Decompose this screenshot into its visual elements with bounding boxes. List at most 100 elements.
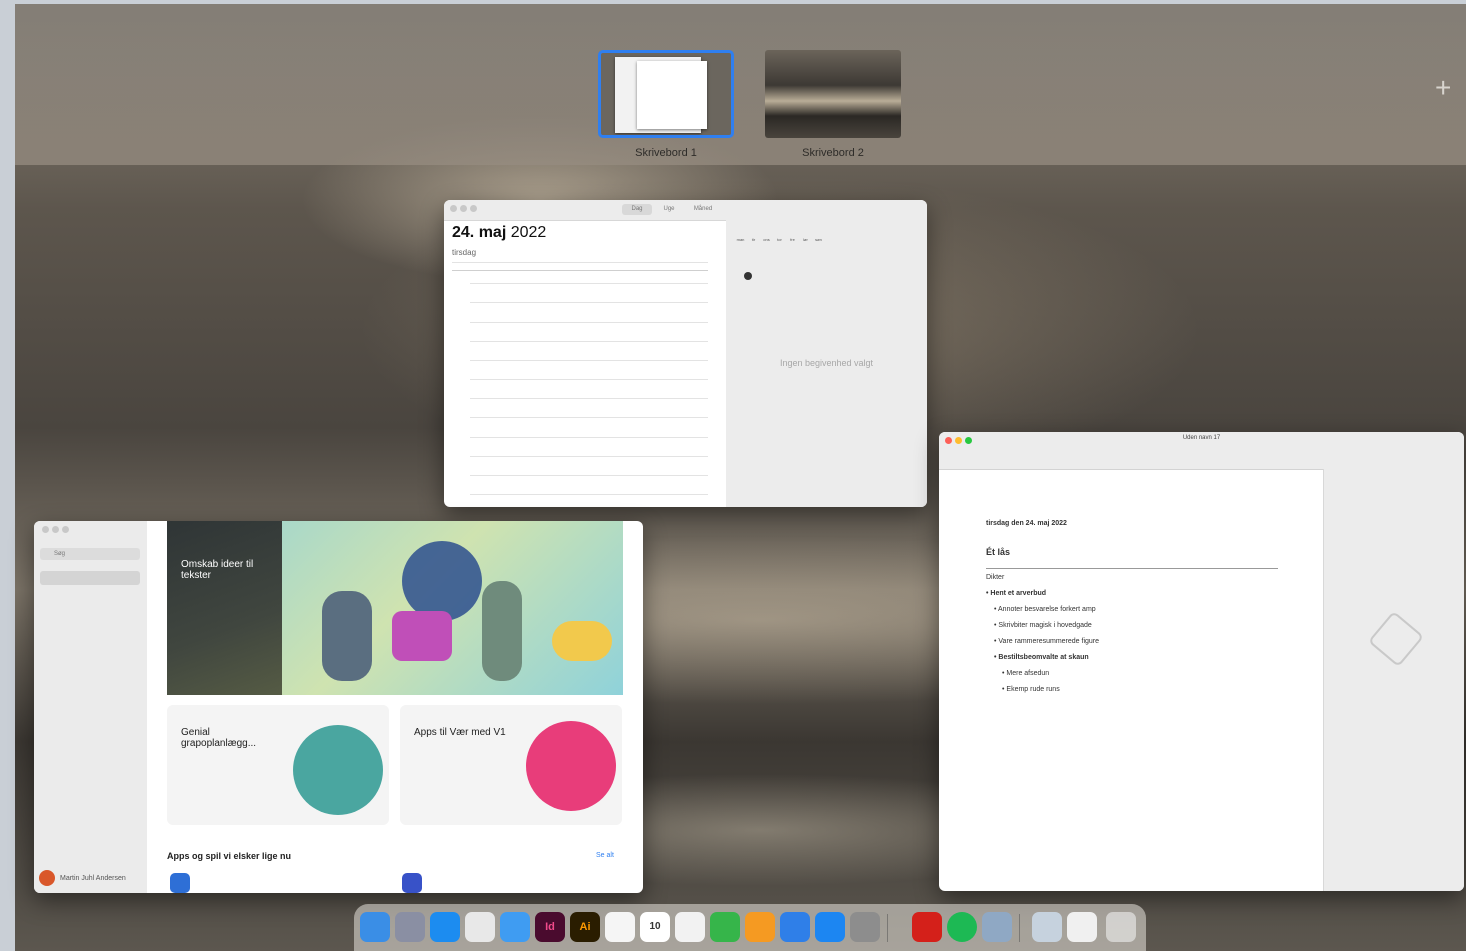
calendar-toolbar: Dag Uge Måned (444, 200, 927, 221)
pages-toolbar: Uden navn 17 (939, 432, 1464, 470)
doc-line: Dikter (986, 574, 1005, 581)
doc-line: • Bestiltsbeomvalte at skaun (994, 654, 1089, 661)
tab-week[interactable]: Uge (654, 204, 684, 215)
zoom-button[interactable] (470, 205, 477, 212)
hour-line (470, 302, 708, 303)
feature-card-1[interactable]: Genial grapoplanlægg... (167, 705, 389, 825)
weekday-header: man (736, 237, 745, 242)
dock: Id Ai 10 (354, 904, 1146, 951)
search-input[interactable]: Søg (40, 548, 140, 560)
hero-title: Omskab ideer til tekster (181, 559, 254, 581)
close-button[interactable] (450, 205, 457, 212)
downloads-icon[interactable] (1032, 912, 1062, 942)
chrome-icon[interactable] (465, 912, 495, 942)
card-title: Genial grapoplanlægg... (181, 727, 257, 749)
hour-line (470, 417, 708, 418)
numbers-icon[interactable] (710, 912, 740, 942)
appstore-icon[interactable] (815, 912, 845, 942)
hour-line (470, 360, 708, 361)
feature-card-2[interactable]: Apps til Vær med V1 (400, 705, 622, 825)
doc-line: • Skrivbiter magisk i hovedgade (994, 622, 1092, 629)
hero-illustration (282, 521, 623, 695)
hour-line (470, 398, 708, 399)
reminders-icon[interactable] (675, 912, 705, 942)
pages-icon[interactable] (745, 912, 775, 942)
mini-month-calendar[interactable]: man tir ons tor fre lør søn (734, 228, 826, 246)
doc-heading: Ét lås (986, 547, 1011, 557)
format-inspector (1323, 469, 1464, 891)
dock-separator (887, 914, 888, 942)
doc-line: • Vare rammeresummerede figure (994, 638, 1100, 645)
doc-line: • Annoter besvarelse forkert amp (994, 606, 1096, 613)
no-event-selected-text: Ingen begivenhed valgt (779, 358, 874, 368)
weekday-header: tir (751, 237, 756, 242)
minimize-button[interactable] (52, 526, 59, 533)
weekday-header: ons (763, 237, 770, 242)
safari-icon[interactable] (430, 912, 460, 942)
see-all-link[interactable]: Se alt (596, 852, 614, 859)
doc-line: • Hent et arverbud (986, 590, 1047, 597)
user-avatar[interactable] (39, 870, 55, 886)
hour-line (470, 341, 708, 342)
acrobat-icon[interactable] (912, 912, 942, 942)
space-thumbnail-1[interactable] (598, 50, 734, 138)
doc-date: tirsdag den 24. maj 2022 (986, 520, 1067, 527)
doc-line: • Mere afsedun (1002, 670, 1050, 677)
calendar-window[interactable]: Dag Uge Måned 24. maj 2022 tirsdag man ti… (444, 200, 927, 507)
finder-icon[interactable] (360, 912, 390, 942)
space-label-1: Skrivebord 1 (635, 147, 697, 159)
hour-line (470, 283, 708, 284)
card-title: Apps til Vær med V1 (414, 727, 506, 738)
hour-line (470, 322, 708, 323)
calendar-date-title: 24. maj 2022 (452, 224, 547, 241)
mail-icon[interactable] (500, 912, 530, 942)
screen-edge (0, 0, 15, 951)
appstore-sidebar: Søg Martin Juhl Andersen (34, 521, 147, 893)
calendar-inspector: man tir ons tor fre lør søn Ingen begivenhed v… (726, 220, 927, 507)
calendar-weekday: tirsdag (452, 248, 477, 257)
app-icon[interactable] (170, 873, 190, 893)
illustrator-icon[interactable]: Ai (570, 912, 600, 942)
hour-line (470, 456, 708, 457)
weekday-header: fre (790, 237, 795, 242)
doc-line: • Ekemp rude runs (1002, 686, 1060, 693)
sidebar-item-selected[interactable] (40, 571, 140, 585)
trash-icon[interactable] (1106, 912, 1136, 942)
pages-window[interactable]: Uden navn 17 tirsdag den 24. maj 2022 Ét… (939, 432, 1464, 891)
hero-card-text[interactable]: Omskab ideer til tekster (167, 521, 282, 695)
tab-month[interactable]: Måned (688, 204, 718, 215)
hour-line (470, 475, 708, 476)
space-label-2: Skrivebord 2 (802, 147, 864, 159)
divider (452, 262, 708, 263)
divider (452, 270, 708, 271)
user-name: Martin Juhl Andersen (60, 875, 126, 882)
hour-line (470, 379, 708, 380)
space-thumbnail-2[interactable] (765, 50, 901, 138)
minimize-button[interactable] (460, 205, 467, 212)
dock-separator (1019, 914, 1020, 942)
zoom-button[interactable] (62, 526, 69, 533)
paintbrush-icon (1367, 610, 1425, 668)
weekday-header: tor (777, 237, 782, 242)
app-icon[interactable] (402, 873, 422, 893)
calendar-icon[interactable]: 10 (640, 912, 670, 942)
window-title: Uden navn 17 (1182, 435, 1221, 441)
mini-window (637, 61, 707, 129)
heading-rule (986, 568, 1278, 569)
weekday-header: søn (815, 237, 822, 242)
mission-control-spaces-bar: Skrivebord 1 Skrivebord 2 + (15, 4, 1466, 165)
section-title: Apps og spil vi elsker lige nu (167, 851, 292, 861)
settings-icon[interactable] (850, 912, 880, 942)
indesign-icon[interactable]: Id (535, 912, 565, 942)
launchpad-icon[interactable] (395, 912, 425, 942)
close-button[interactable] (42, 526, 49, 533)
documents-icon[interactable] (1067, 912, 1097, 942)
preview-icon[interactable] (982, 912, 1012, 942)
add-space-plus-icon[interactable]: + (1435, 74, 1451, 102)
photos-icon[interactable] (605, 912, 635, 942)
appstore-window[interactable]: Søg Martin Juhl Andersen Omskab ideer ti… (34, 521, 643, 893)
tab-day[interactable]: Dag (622, 204, 652, 215)
keynote-icon[interactable] (780, 912, 810, 942)
today-marker (744, 272, 752, 280)
spotify-icon[interactable] (947, 912, 977, 942)
